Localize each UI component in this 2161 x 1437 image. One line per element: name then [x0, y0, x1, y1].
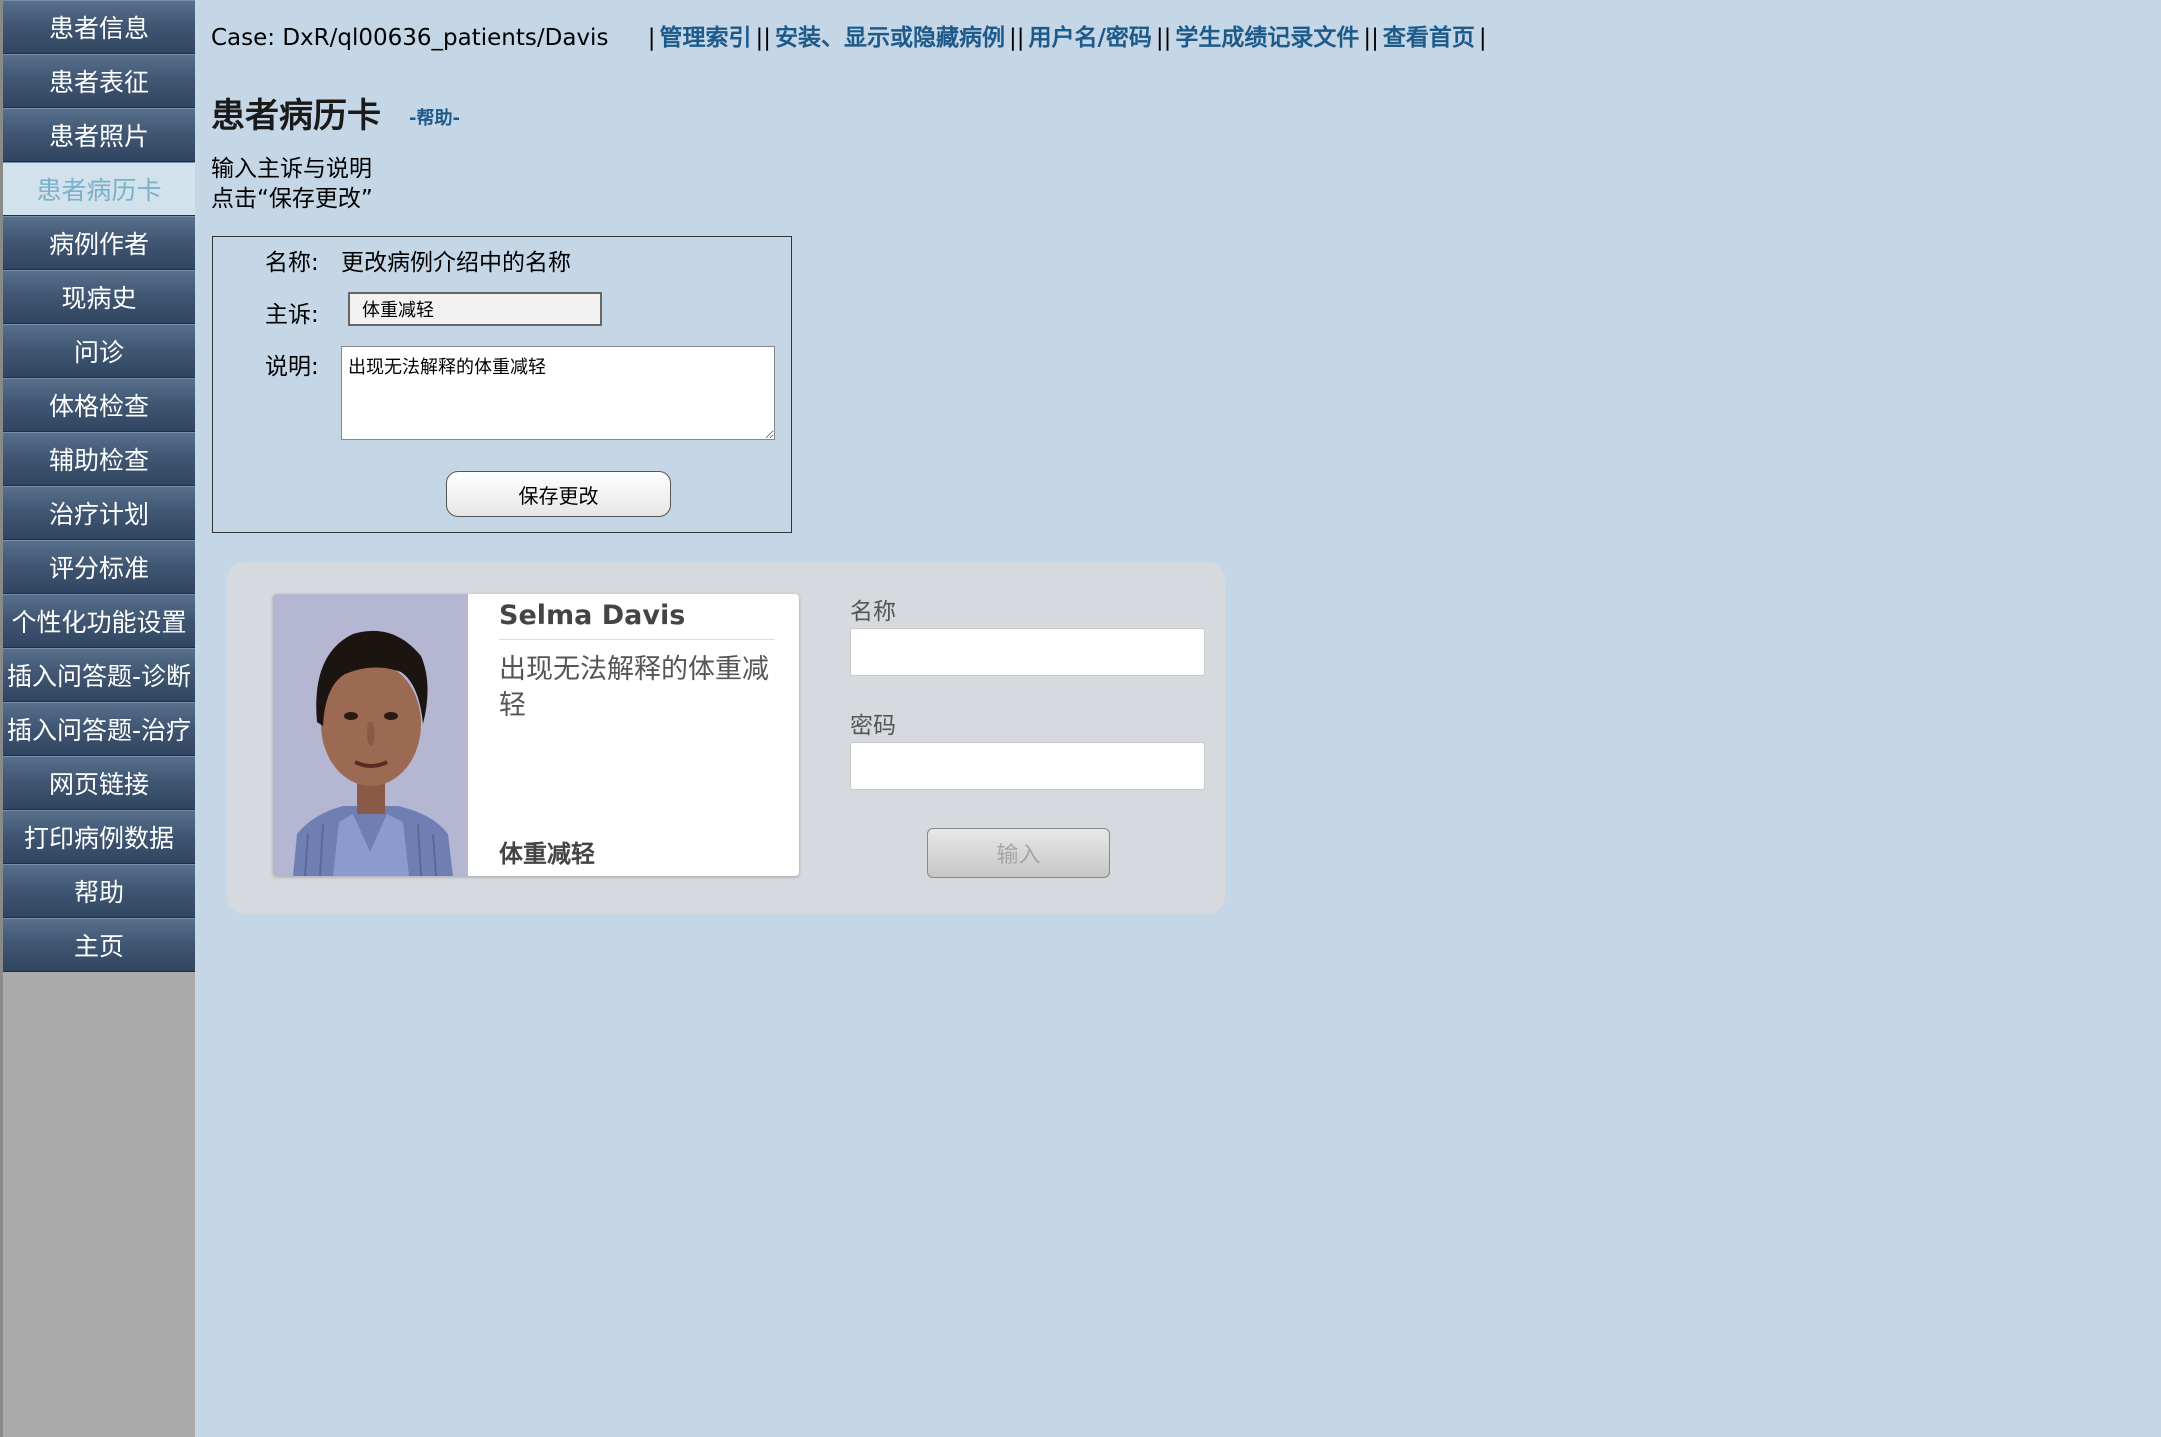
sidebar-item-qa-diagnosis[interactable]: 插入问答题-诊断 — [3, 648, 195, 702]
sidebar-item-patient-card[interactable]: 患者病历卡 — [3, 162, 195, 216]
name-label: 名称: — [265, 250, 319, 276]
sidebar-item-web-links[interactable]: 网页链接 — [3, 756, 195, 810]
login-name-label: 名称 — [850, 599, 896, 625]
instruction-line: 输入主诉与说明 — [211, 156, 372, 182]
sidebar-item-print-data[interactable]: 打印病例数据 — [3, 810, 195, 864]
sidebar-item-patient-presentation[interactable]: 患者表征 — [3, 54, 195, 108]
login-submit-button[interactable]: 输入 — [927, 828, 1110, 878]
sidebar-item-help[interactable]: 帮助 — [3, 864, 195, 918]
sidebar-item-custom-settings[interactable]: 个性化功能设置 — [3, 594, 195, 648]
sidebar-item-lab-tests[interactable]: 辅助检查 — [3, 432, 195, 486]
card-chief-complaint: 体重减轻 — [499, 840, 595, 868]
sidebar-item-interview[interactable]: 问诊 — [3, 324, 195, 378]
separator: || — [1363, 25, 1379, 51]
case-path: Case: DxR/ql00636_patients/Davis — [211, 25, 609, 51]
link-view-home[interactable]: 查看首页 — [1383, 25, 1475, 51]
patient-photo — [273, 594, 468, 876]
description-label: 说明: — [265, 354, 319, 380]
link-install-cases[interactable]: 安装、显示或隐藏病例 — [775, 25, 1005, 51]
link-username-password[interactable]: 用户名/密码 — [1029, 25, 1152, 51]
name-value: 更改病例介绍中的名称 — [341, 250, 571, 276]
patient-card: Selma Davis 出现无法解释的体重减轻 体重减轻 — [273, 594, 799, 876]
chief-complaint-input[interactable] — [348, 292, 602, 326]
separator: || — [1155, 25, 1172, 51]
sidebar-item-treatment-plan[interactable]: 治疗计划 — [3, 486, 195, 540]
link-admin-index[interactable]: 管理索引 — [660, 25, 752, 51]
sidebar-item-scoring[interactable]: 评分标准 — [3, 540, 195, 594]
top-nav-bar: Case: DxR/ql00636_patients/Davis | 管理索引 ||… — [211, 18, 1491, 52]
sidebar-item-physical-exam[interactable]: 体格检查 — [3, 378, 195, 432]
separator: || — [755, 25, 772, 51]
save-changes-button[interactable]: 保存更改 — [446, 471, 671, 517]
card-description: 出现无法解释的体重减轻 — [499, 654, 769, 721]
instructions: 输入主诉与说明 点击“保存更改” — [211, 154, 373, 214]
sidebar-nav: 患者信息 患者表征 患者照片 患者病历卡 病例作者 现病史 问诊 体格检查 辅助… — [0, 0, 195, 1437]
card-patient-name: Selma Davis — [499, 600, 775, 640]
description-textarea[interactable]: 出现无法解释的体重减轻 — [341, 346, 775, 440]
login-password-label: 密码 — [850, 713, 896, 739]
login-name-input[interactable] — [850, 628, 1205, 676]
sidebar-item-home[interactable]: 主页 — [3, 918, 195, 972]
sidebar-item-patient-info[interactable]: 患者信息 — [3, 0, 195, 54]
sidebar-item-patient-photo[interactable]: 患者照片 — [3, 108, 195, 162]
sidebar-item-history[interactable]: 现病史 — [3, 270, 195, 324]
main-content: Case: DxR/ql00636_patients/Davis | 管理索引 ||… — [195, 0, 2161, 1437]
card-preview-panel: Selma Davis 出现无法解释的体重减轻 体重减轻 名称 密码 输入 — [227, 562, 1225, 914]
help-link[interactable]: -帮助- — [409, 104, 460, 130]
separator: || — [1009, 25, 1025, 51]
sidebar-item-qa-treatment[interactable]: 插入问答题-治疗 — [3, 702, 195, 756]
instruction-line: 点击“保存更改” — [211, 186, 373, 212]
chief-complaint-label: 主诉: — [265, 302, 319, 328]
sidebar-item-case-author[interactable]: 病例作者 — [3, 216, 195, 270]
page-title: 患者病历卡 — [211, 96, 381, 136]
login-password-input[interactable] — [850, 742, 1205, 790]
separator: | — [647, 25, 656, 51]
separator: | — [1478, 25, 1487, 51]
patient-card-form: 名称: 更改病例介绍中的名称 主诉: 说明: 出现无法解释的体重减轻 保存更改 — [212, 236, 792, 533]
link-student-records[interactable]: 学生成绩记录文件 — [1175, 25, 1359, 51]
patient-portrait-image — [273, 594, 468, 876]
